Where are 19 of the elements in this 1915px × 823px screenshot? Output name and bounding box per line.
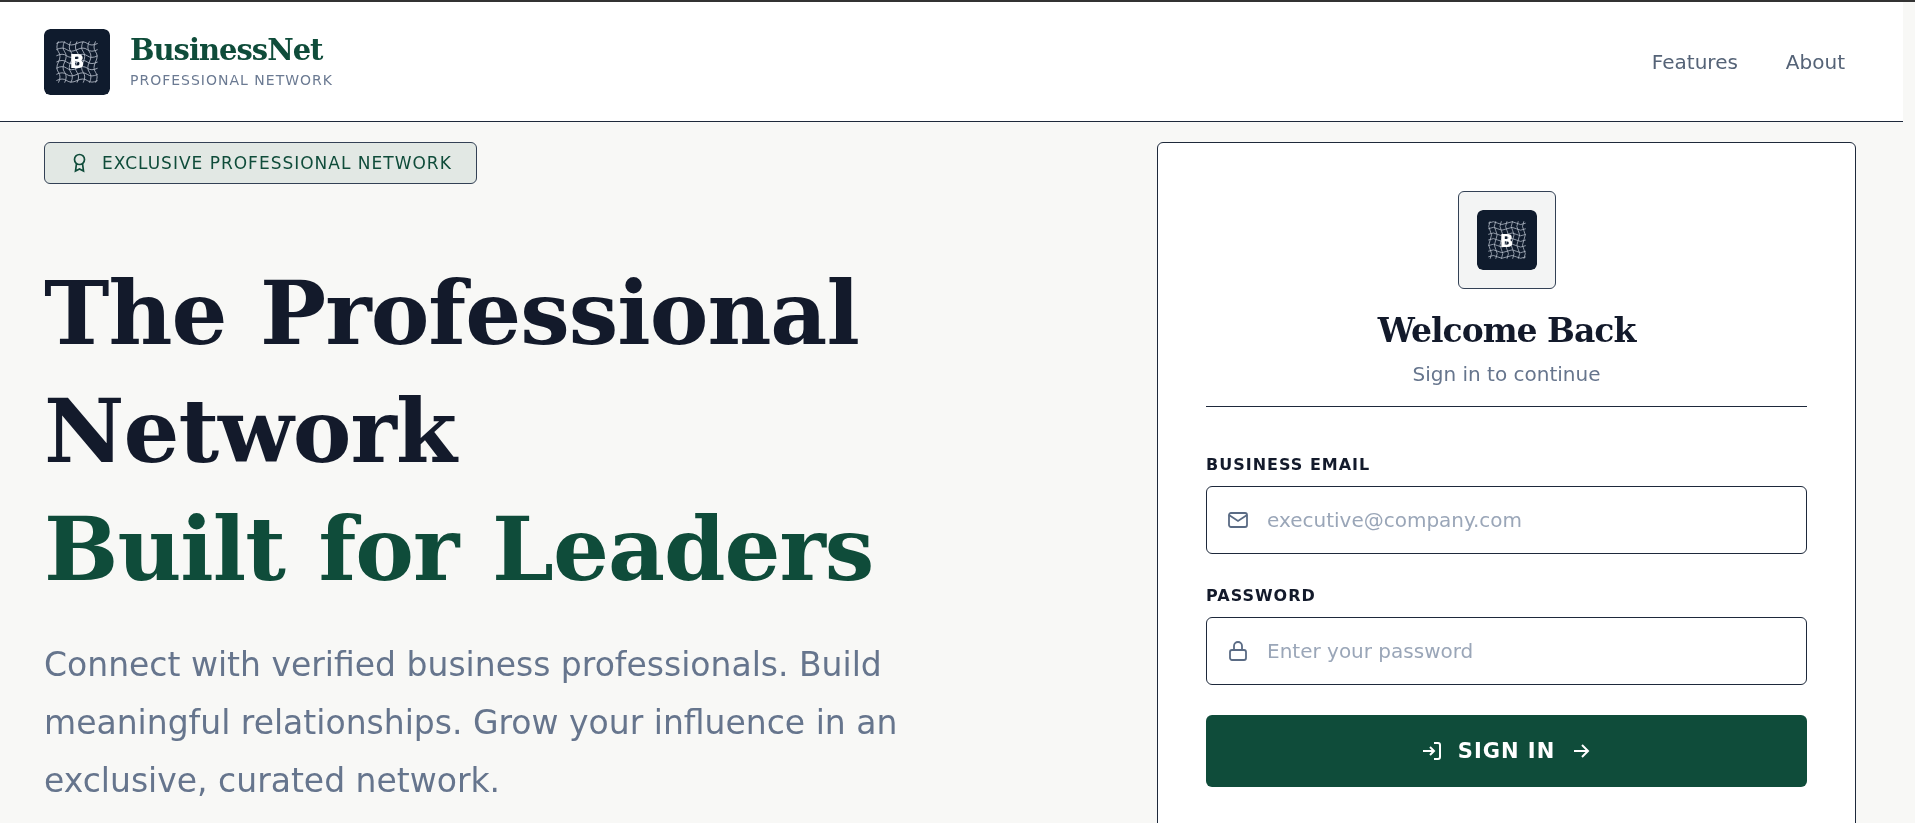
input-field[interactable]: executive@company.com bbox=[1206, 486, 1807, 554]
brand-name: BusinessNet bbox=[130, 34, 324, 67]
headline-accent: Built for Leaders bbox=[44, 496, 874, 603]
brand-tagline: PROFESSIONAL NETWORK bbox=[130, 72, 333, 89]
login-title: Welcome Back bbox=[1376, 311, 1638, 350]
input-field[interactable]: Enter your password bbox=[1206, 617, 1807, 685]
headline-line: The Professional bbox=[44, 260, 859, 367]
award-icon bbox=[71, 153, 88, 173]
login-subtitle: Sign in to continue bbox=[1411, 362, 1602, 386]
sign-in-button[interactable]: SIGN IN bbox=[1206, 715, 1807, 787]
field-label: BUSINESS EMAIL bbox=[1206, 455, 1372, 474]
nav-link[interactable]: Features bbox=[1651, 49, 1738, 74]
lock-icon bbox=[1226, 639, 1250, 663]
hero-description: Connect with verified business professionals. Build meaningful relationships. Grow your influence in an exclusive, curated network. bbox=[44, 644, 899, 802]
logo-icon: B bbox=[1476, 210, 1537, 270]
nav-link[interactable]: About bbox=[1785, 49, 1845, 74]
logo-icon: B bbox=[44, 28, 110, 95]
field-label: PASSWORD bbox=[1206, 586, 1317, 605]
hero-badge: EXCLUSIVE PROFESSIONAL NETWORK bbox=[44, 142, 477, 184]
